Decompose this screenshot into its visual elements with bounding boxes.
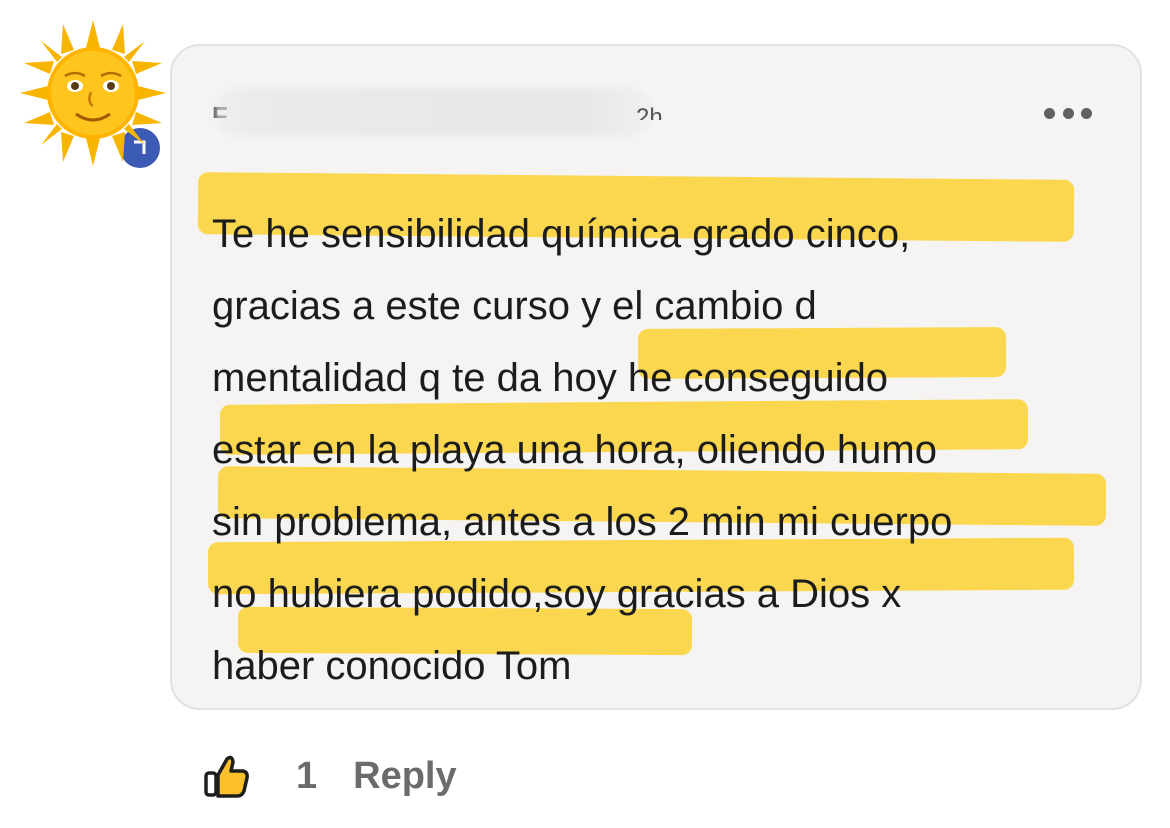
like-count: 1 xyxy=(296,754,318,797)
thumbs-up-icon xyxy=(204,755,249,798)
avatar[interactable] xyxy=(18,18,168,176)
comment-actions: 1 Reply xyxy=(200,744,457,808)
comment-timestamp: 2h xyxy=(636,104,663,120)
redacted-author-name xyxy=(214,88,654,136)
reply-button[interactable]: Reply xyxy=(353,755,456,798)
sun-with-face-icon xyxy=(20,20,166,168)
more-options-icon[interactable] xyxy=(1044,98,1092,128)
comment-header: F 2h xyxy=(212,88,1092,138)
comment-line: no hubiera podido,soy gracias a Dios x xyxy=(212,572,902,616)
avatar-badge xyxy=(120,128,160,168)
comment-line: Te he sensibilidad química grado cinco, xyxy=(212,212,911,256)
comment-line: gracias a este curso y el cambio d xyxy=(212,284,817,328)
comment-bubble: F 2h Te he sensibilidad química grado ci… xyxy=(170,44,1142,710)
like-button[interactable] xyxy=(200,748,254,804)
comment-line: estar en la playa una hora, oliendo humo xyxy=(212,428,937,472)
comment-line: haber conocido Tom xyxy=(212,644,572,688)
comment-thread: F 2h Te he sensibilidad química grado ci… xyxy=(0,0,1170,828)
comment-line: mentalidad q te da hoy he conseguido xyxy=(212,356,889,400)
comment-body: Te he sensibilidad química grado cinco, … xyxy=(212,198,1112,702)
comment-line: sin problema, antes a los 2 min mi cuerp… xyxy=(212,500,953,544)
